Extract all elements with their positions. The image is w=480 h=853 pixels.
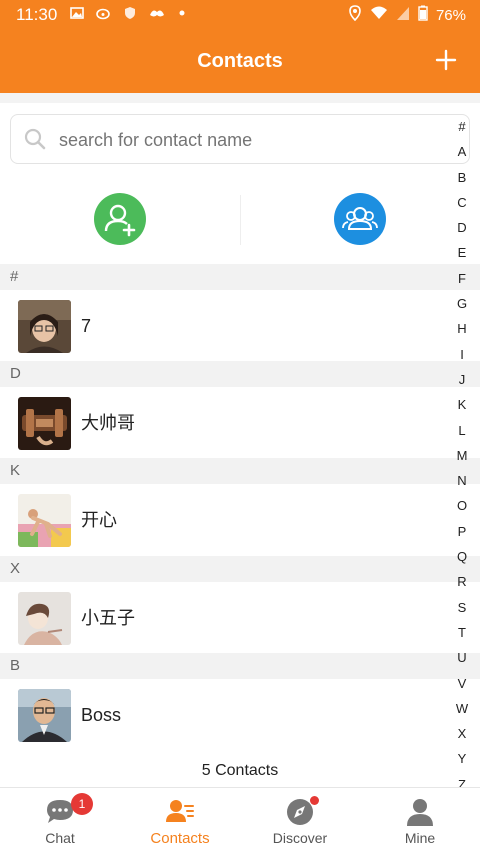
battery-percent: 76% [435,6,466,24]
tab-label: Contacts [150,830,210,847]
contact-row[interactable]: 7 [0,290,480,362]
index-letter[interactable]: F [450,266,474,291]
contact-row[interactable]: Boss [0,679,480,751]
index-letter[interactable]: Q [450,544,474,569]
tab-mine[interactable]: Mine [360,788,480,853]
index-letter[interactable]: P [450,519,474,544]
index-letter[interactable]: R [450,569,474,594]
add-friend-icon [94,204,146,249]
tab-bar: 1 Chat Contacts Discover Mine [0,787,480,853]
section-header: # [0,264,480,290]
status-time: 11:30 [16,5,58,24]
add-friend-button[interactable] [94,193,146,245]
wifi-icon [370,5,388,25]
section-header: B [0,653,480,679]
person-icon [404,796,436,828]
contact-name: 大帅哥 [81,413,135,433]
contacts-icon [164,796,196,828]
index-letter[interactable]: N [450,468,474,493]
index-letter[interactable]: B [450,165,474,190]
weibo-icon [96,6,112,23]
tab-contacts[interactable]: Contacts [120,788,240,853]
contact-name: Boss [81,705,122,725]
action-divider [240,195,241,245]
shield-icon [124,6,136,23]
group-icon [334,207,386,249]
index-letter[interactable]: E [450,240,474,265]
section-header: K [0,458,480,484]
contacts-count: 5 Contacts [201,762,279,779]
avatar [18,300,71,353]
avatar [18,397,71,450]
index-letter[interactable]: M [450,443,474,468]
index-letter[interactable]: G [450,291,474,316]
contact-row[interactable]: 小五子 [0,582,480,654]
index-letter[interactable]: C [450,190,474,215]
avatar [18,689,71,742]
dot-icon [178,6,186,23]
system-icons: 76% [348,5,466,25]
contact-row[interactable]: 开心 [0,484,480,556]
section-header: X [0,556,480,582]
group-button[interactable] [334,193,386,245]
index-letter[interactable]: J [450,367,474,392]
contact-name: 小五子 [81,608,135,628]
location-icon [348,5,362,25]
tab-label: Discover [272,830,328,846]
avatar [18,592,71,645]
section-header: D [0,361,480,387]
header-spacer [0,93,480,103]
notification-icons [70,6,186,23]
search-box[interactable] [10,114,470,165]
page-title: Contacts [197,50,283,72]
contact-name: 7 [81,316,92,336]
tab-label: Mine [404,830,436,846]
index-letter[interactable]: L [450,418,474,443]
gallery-icon [70,6,84,23]
action-row [0,180,480,260]
status-bar: 11:30 76% [0,0,480,30]
index-letter[interactable]: O [450,493,474,518]
search-input[interactable] [57,115,441,165]
index-letter[interactable]: D [450,215,474,240]
tab-discover[interactable]: Discover [240,788,360,853]
contact-row[interactable]: 大帅哥 [0,387,480,459]
unread-badge: 1 [71,793,93,815]
index-letter[interactable]: H [450,316,474,341]
notification-dot [310,796,319,805]
contact-name: 开心 [81,510,117,530]
index-letter[interactable]: I [450,342,474,367]
index-letter[interactable]: X [450,721,474,746]
index-letter[interactable]: A [450,139,474,164]
game-icon [148,6,166,23]
index-letter[interactable]: U [450,645,474,670]
header: Contacts [0,30,480,93]
signal-icon [396,5,410,25]
search-icon [23,127,47,151]
index-letter[interactable]: Y [450,746,474,771]
battery-icon [418,5,428,25]
index-letter[interactable]: V [450,671,474,696]
index-letter[interactable]: K [450,392,474,417]
plus-icon[interactable] [430,42,462,78]
index-letter[interactable]: # [450,114,474,139]
index-letter[interactable]: T [450,620,474,645]
alphabet-index[interactable]: # A B C D E F G H I J K L M N O P Q R S T U V W X Y Z [450,114,474,797]
tab-label: Chat [45,830,75,846]
index-letter[interactable]: S [450,595,474,620]
tab-chat[interactable]: 1 Chat [0,788,120,853]
index-letter[interactable]: W [450,696,474,721]
avatar [18,494,71,547]
